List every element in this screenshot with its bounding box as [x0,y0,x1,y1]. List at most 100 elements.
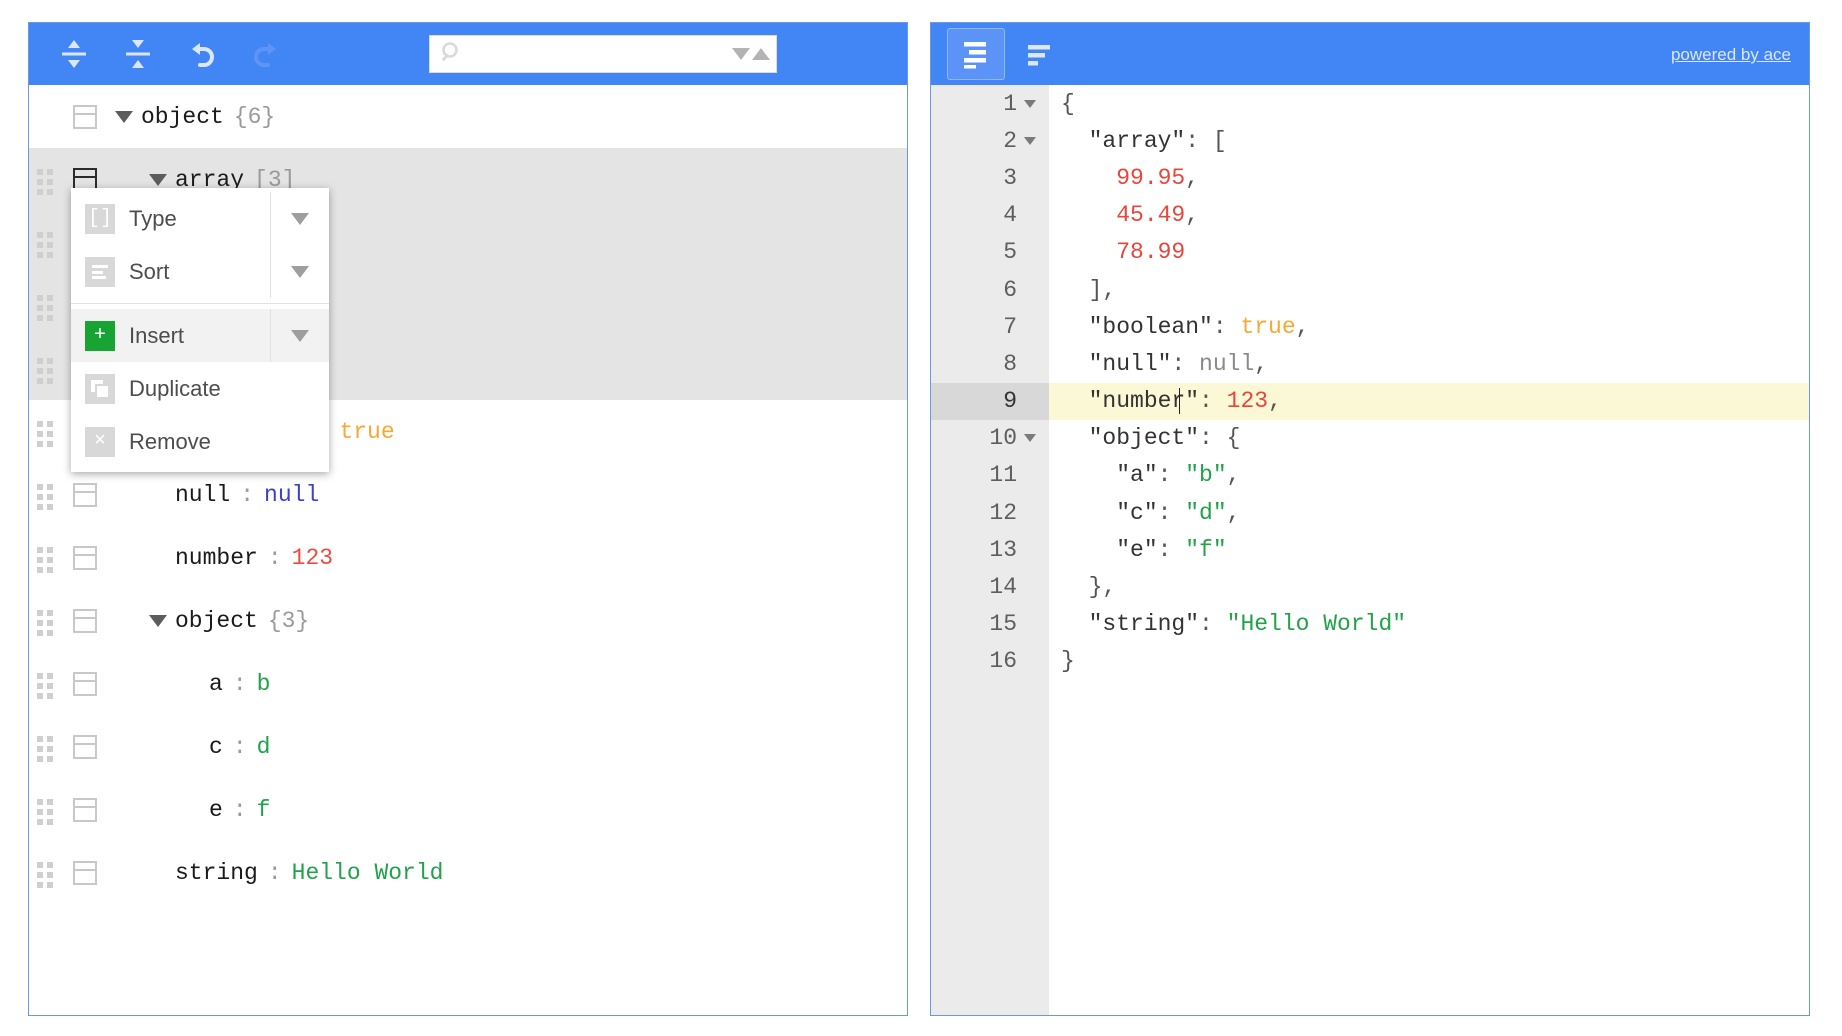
tree-row[interactable]: null:null [29,463,907,526]
drag-handle-icon[interactable] [29,484,63,506]
fold-toggle-icon[interactable] [1017,137,1043,145]
line-number[interactable]: 10 [931,420,1049,457]
row-menu-button[interactable] [63,798,107,822]
row-menu-button[interactable] [63,483,107,507]
tree-value[interactable]: b [257,671,271,697]
compact-icon[interactable] [1011,28,1069,80]
tree-row[interactable]: string:Hello World [29,841,907,904]
line-number[interactable]: 13 [931,531,1049,568]
submenu-chevron-down-icon[interactable] [270,192,329,245]
tree-field[interactable]: object [141,104,224,130]
code-line[interactable]: "object": { [1049,420,1809,457]
code-line[interactable]: ], [1049,271,1809,308]
code-line[interactable]: "array": [ [1049,122,1809,159]
context-menu-item-remove[interactable]: ×Remove [71,415,329,468]
line-number[interactable]: 12 [931,494,1049,531]
code-line[interactable]: { [1049,85,1809,122]
undo-icon[interactable] [173,28,231,80]
code-line[interactable]: "boolean": true, [1049,308,1809,345]
tree-row[interactable]: object{6} [29,85,907,148]
drag-handle-icon[interactable] [29,736,63,758]
line-number[interactable]: 4 [931,197,1049,234]
code-editor[interactable]: 12345678910111213141516 { "array": [ 99.… [931,85,1809,1015]
drag-handle-icon[interactable] [29,799,63,821]
tree-field[interactable]: c [209,734,223,760]
line-number[interactable]: 9 [931,383,1049,420]
fold-toggle-icon[interactable] [1017,100,1043,108]
expand-toggle-icon[interactable] [107,111,141,123]
drag-handle-icon[interactable] [29,547,63,569]
code-line[interactable]: "e": "f" [1049,531,1809,568]
fold-toggle-icon[interactable] [1017,434,1043,442]
tree-value[interactable]: 123 [292,545,333,571]
line-number[interactable]: 7 [931,308,1049,345]
tree-row[interactable]: object{3} [29,589,907,652]
redo-icon[interactable] [237,28,295,80]
expand-all-icon[interactable] [45,28,103,80]
expand-toggle-icon[interactable] [141,615,175,627]
row-menu-button[interactable] [63,609,107,633]
search-next-icon[interactable] [732,48,750,60]
tree-field[interactable]: null [175,482,230,508]
line-number[interactable]: 5 [931,234,1049,271]
submenu-chevron-down-icon[interactable] [270,245,329,298]
code-content[interactable]: { "array": [ 99.95, 45.49, 78.99 ], "boo… [1049,85,1809,1015]
tree-row[interactable]: e:f [29,778,907,841]
code-line[interactable]: "a": "b", [1049,457,1809,494]
row-menu-button[interactable] [63,105,107,129]
code-line[interactable]: 78.99 [1049,234,1809,271]
code-line[interactable]: 45.49, [1049,197,1809,234]
tree-field[interactable]: object [175,608,258,634]
context-menu-item-sort[interactable]: Sort [71,245,329,298]
line-number[interactable]: 16 [931,643,1049,680]
search-input[interactable] [464,44,732,64]
code-line[interactable]: "null": null, [1049,345,1809,382]
powered-by-ace-link[interactable]: powered by ace [1671,45,1791,65]
drag-handle-icon[interactable] [29,169,63,191]
expand-toggle-icon[interactable] [141,174,175,186]
tree-row[interactable]: a:b [29,652,907,715]
code-line[interactable]: }, [1049,568,1809,605]
line-number[interactable]: 2 [931,122,1049,159]
code-line[interactable]: "number": 123, [1049,383,1809,420]
code-line[interactable]: } [1049,643,1809,680]
code-line[interactable]: "c": "d", [1049,494,1809,531]
tree-field[interactable]: e [209,797,223,823]
context-menu-item-type[interactable]: []Type [71,192,329,245]
drag-handle-icon[interactable] [29,673,63,695]
search-previous-icon[interactable] [752,48,770,60]
tree-row[interactable]: c:d [29,715,907,778]
drag-handle-icon[interactable] [29,421,63,443]
search-box[interactable] [429,35,777,73]
line-number[interactable]: 8 [931,345,1049,382]
drag-handle-icon[interactable] [29,610,63,632]
code-line[interactable]: 99.95, [1049,159,1809,196]
drag-handle-icon[interactable] [29,232,63,254]
line-number[interactable]: 11 [931,457,1049,494]
line-number[interactable]: 15 [931,606,1049,643]
row-menu-button[interactable] [63,672,107,696]
code-line[interactable]: "string": "Hello World" [1049,606,1809,643]
collapse-all-icon[interactable] [109,28,167,80]
line-number[interactable]: 1 [931,85,1049,122]
tree-field[interactable]: number [175,545,258,571]
tree-field[interactable]: a [209,671,223,697]
drag-handle-icon[interactable] [29,295,63,317]
row-menu-button[interactable] [63,735,107,759]
tree-value[interactable]: Hello World [292,860,444,886]
tree-field[interactable]: string [175,860,258,886]
tree-value[interactable]: true [339,419,394,445]
submenu-chevron-down-icon[interactable] [270,309,329,362]
drag-handle-icon[interactable] [29,862,63,884]
line-number[interactable]: 3 [931,159,1049,196]
context-menu-item-insert[interactable]: +Insert [71,309,329,362]
line-number[interactable]: 6 [931,271,1049,308]
row-menu-button[interactable] [63,861,107,885]
tree-value[interactable]: null [264,482,319,508]
row-menu-button[interactable] [63,546,107,570]
context-menu-item-duplicate[interactable]: Duplicate [71,362,329,415]
tree-row[interactable]: number:123 [29,526,907,589]
tree-value[interactable]: f [257,797,271,823]
format-icon[interactable] [947,28,1005,80]
tree-value[interactable]: d [257,734,271,760]
